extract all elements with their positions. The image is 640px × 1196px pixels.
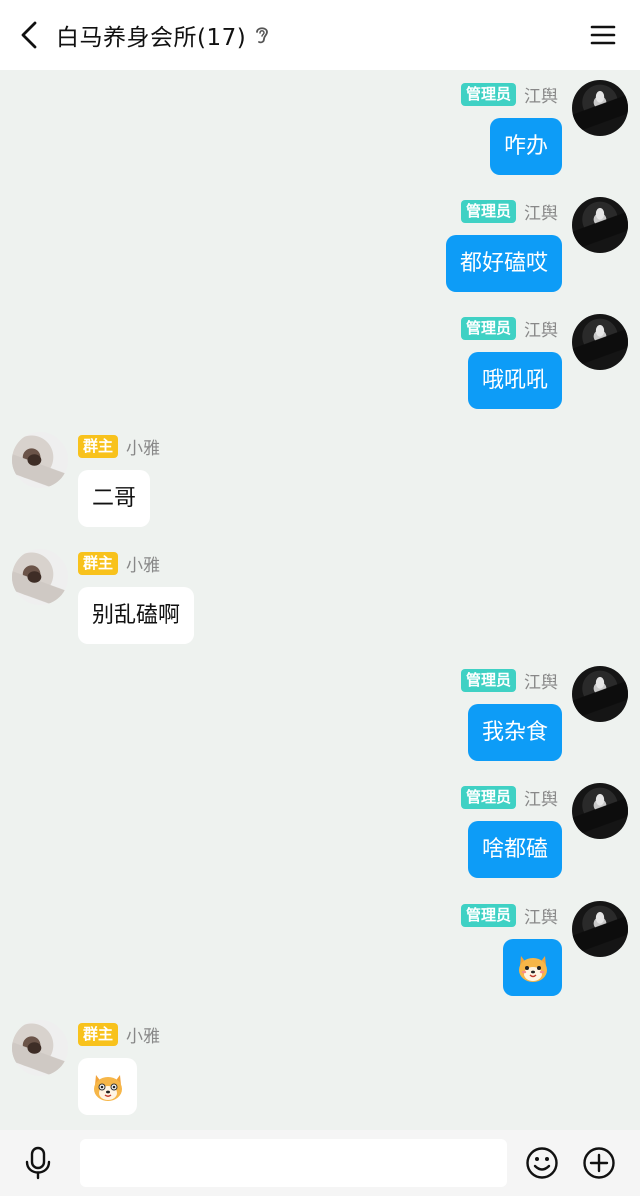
- message-bubble[interactable]: 我杂食: [467, 704, 562, 761]
- message-item: 管理员 江舆 我杂食: [0, 658, 640, 768]
- message-list[interactable]: 管理员 江舆 咋办 管理员 江舆 都好磕哎 管理员 江舆 哦吼吼 群主 小雅 二…: [0, 70, 640, 1130]
- sticker-bubble[interactable]: [503, 939, 562, 996]
- sender-meta: 管理员 江舆: [460, 785, 558, 810]
- message-item: 管理员 江舆 都好磕哎: [0, 189, 640, 299]
- sender-meta: 群主 小雅: [78, 1022, 160, 1047]
- message-bubble[interactable]: 别乱磕啊: [78, 587, 195, 644]
- sender-meta: 管理员 江舆: [460, 668, 558, 693]
- input-bar: [0, 1130, 640, 1196]
- message-item: 群主 小雅: [0, 1012, 640, 1122]
- avatar[interactable]: [12, 549, 68, 605]
- owner-badge: 群主: [78, 434, 119, 458]
- avatar[interactable]: [12, 1020, 68, 1076]
- sender-name[interactable]: 江舆: [524, 316, 558, 341]
- sticker-bubble[interactable]: [78, 1058, 137, 1115]
- sender-name[interactable]: 江舆: [524, 82, 558, 107]
- hamburger-menu-icon[interactable]: [588, 20, 618, 50]
- admin-badge: 管理员: [460, 903, 516, 927]
- avatar[interactable]: [572, 314, 628, 370]
- message-bubble[interactable]: 哦吼吼: [467, 352, 562, 409]
- plus-circle-icon[interactable]: [581, 1145, 617, 1181]
- message-item: 管理员 江舆 啥都磕: [0, 775, 640, 885]
- sender-meta: 管理员 江舆: [460, 82, 558, 107]
- sender-meta: 群主 小雅: [78, 434, 160, 459]
- sender-name[interactable]: 江舆: [524, 785, 558, 810]
- shiba-dog-sticker-icon: [93, 1074, 122, 1101]
- message-item: 管理员 江舆 哦吼吼: [0, 306, 640, 416]
- message-item: 群主 小雅 二哥: [0, 424, 640, 534]
- avatar[interactable]: [572, 783, 628, 839]
- message-bubble[interactable]: 都好磕哎: [445, 235, 562, 292]
- ear-icon: [254, 24, 270, 46]
- sender-name[interactable]: 小雅: [126, 551, 160, 576]
- avatar[interactable]: [572, 197, 628, 253]
- chat-header: 白马养身会所(17): [0, 0, 640, 70]
- sender-name[interactable]: 小雅: [126, 1022, 160, 1047]
- owner-badge: 群主: [78, 551, 119, 575]
- avatar[interactable]: [12, 432, 68, 488]
- sender-name[interactable]: 江舆: [524, 199, 558, 224]
- message-bubble[interactable]: 啥都磕: [467, 821, 562, 878]
- sender-name[interactable]: 江舆: [524, 903, 558, 928]
- chat-title-area[interactable]: 白马养身会所(17): [56, 0, 270, 70]
- sender-meta: 群主 小雅: [78, 551, 160, 576]
- shiba-dog-sticker-icon: [518, 955, 547, 982]
- sender-meta: 管理员 江舆: [460, 199, 558, 224]
- owner-badge: 群主: [78, 1022, 119, 1046]
- avatar[interactable]: [572, 901, 628, 957]
- admin-badge: 管理员: [460, 785, 516, 809]
- sender-meta: 管理员 江舆: [460, 903, 558, 928]
- admin-badge: 管理员: [460, 316, 516, 340]
- message-item: 群主 小雅 别乱磕啊: [0, 541, 640, 651]
- avatar[interactable]: [572, 80, 628, 136]
- sender-meta: 管理员 江舆: [460, 316, 558, 341]
- sender-name[interactable]: 江舆: [524, 668, 558, 693]
- smiley-icon[interactable]: [524, 1145, 560, 1181]
- microphone-icon[interactable]: [22, 1146, 54, 1180]
- chevron-left-icon[interactable]: [14, 18, 44, 52]
- message-item: 管理员 江舆 咋办: [0, 72, 640, 182]
- chat-title: 白马养身会所(17): [56, 25, 247, 51]
- admin-badge: 管理员: [460, 199, 516, 223]
- message-bubble[interactable]: 二哥: [78, 470, 151, 527]
- message-bubble[interactable]: 咋办: [489, 118, 562, 175]
- avatar[interactable]: [572, 666, 628, 722]
- message-input[interactable]: [80, 1139, 507, 1187]
- sender-name[interactable]: 小雅: [126, 434, 160, 459]
- admin-badge: 管理员: [460, 82, 516, 106]
- admin-badge: 管理员: [460, 668, 516, 692]
- message-item: 管理员 江舆: [0, 893, 640, 1003]
